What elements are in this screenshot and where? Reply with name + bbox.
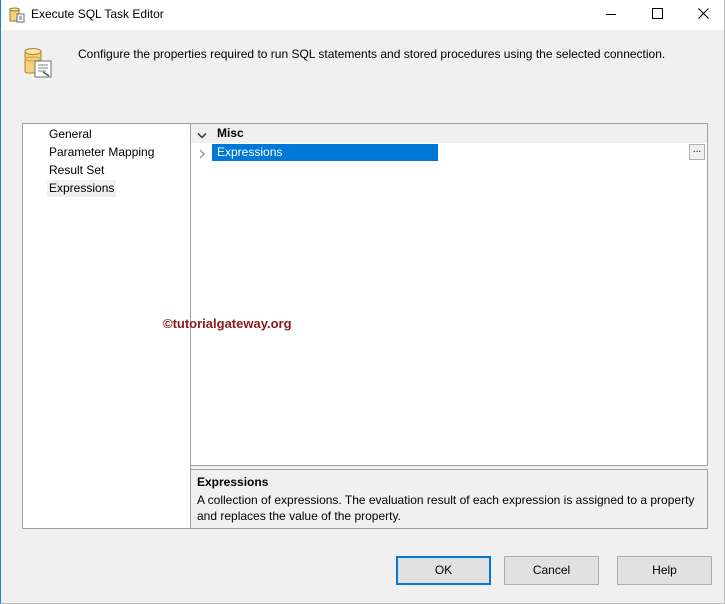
property-value-expressions[interactable] (439, 144, 707, 161)
category-row-misc[interactable]: Misc (191, 124, 707, 143)
property-name-expressions[interactable]: Expressions (212, 144, 438, 161)
chevron-right-icon[interactable] (199, 148, 205, 159)
nav-item-result-set[interactable]: Result Set (47, 162, 106, 179)
title-bar[interactable]: Execute SQL Task Editor (1, 0, 724, 30)
close-icon (697, 8, 709, 22)
nav-item-expressions[interactable]: Expressions (47, 180, 117, 197)
maximize-icon (651, 8, 663, 22)
window-title: Execute SQL Task Editor (31, 7, 164, 21)
minimize-button[interactable] (588, 0, 634, 30)
help-button[interactable]: Help (617, 556, 712, 585)
close-button[interactable] (680, 0, 725, 30)
ok-button[interactable]: OK (396, 556, 491, 585)
watermark-text: ©tutorialgateway.org (163, 316, 292, 331)
cancel-button[interactable]: Cancel (504, 556, 599, 585)
chevron-down-icon[interactable] (197, 129, 207, 139)
property-grid: Misc Expressions ... (190, 123, 708, 466)
nav-item-parameter-mapping[interactable]: Parameter Mapping (47, 144, 156, 161)
sql-task-app-icon (9, 7, 26, 23)
description-panel: Expressions A collection of expressions.… (190, 469, 708, 529)
nav-item-general[interactable]: General (47, 126, 94, 143)
sql-task-icon (21, 45, 55, 79)
maximize-button[interactable] (634, 0, 680, 30)
category-label: Misc (217, 126, 244, 140)
description-text: A collection of expressions. The evaluat… (197, 493, 695, 523)
description-title: Expressions (197, 475, 269, 489)
minimize-icon (606, 8, 616, 22)
header-description: Configure the properties required to run… (78, 47, 666, 61)
property-row-expressions[interactable]: Expressions ... (191, 143, 707, 162)
execute-sql-task-editor-window: Execute SQL Task Editor Configure the pr… (0, 0, 725, 604)
ellipsis-button[interactable]: ... (689, 144, 705, 160)
